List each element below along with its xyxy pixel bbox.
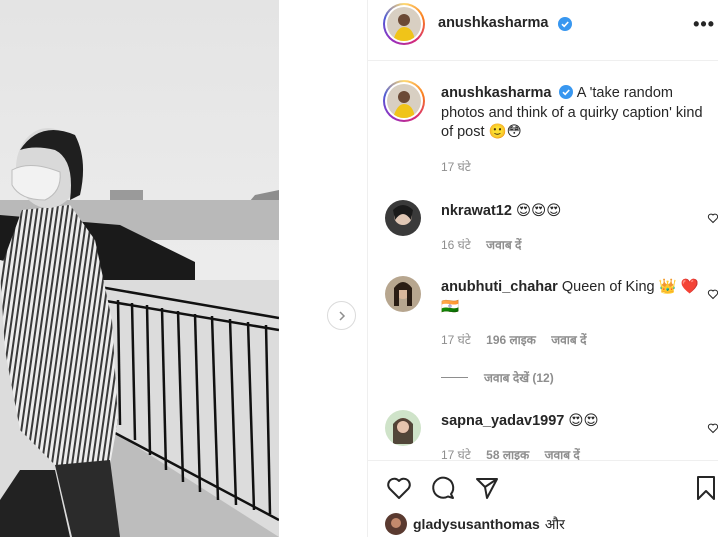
caption-time[interactable]: 17 घंटे (441, 160, 471, 174)
comment-meta: 16 घंटे जवाब दें (441, 236, 533, 253)
comment-text-block: anubhuti_chahar Queen of King 👑 ❤️🇮🇳 (441, 278, 709, 317)
comment-avatar[interactable] (385, 410, 421, 446)
bookmark-icon[interactable] (692, 474, 718, 502)
liked-by-username[interactable]: gladysusanthomas (413, 516, 540, 532)
comments-list[interactable]: anushkasharma A 'take random photos and … (368, 62, 718, 460)
chevron-right-icon (338, 310, 345, 321)
post-actions-bar: gladysusanthomas और (368, 460, 718, 537)
more-options-button[interactable]: ••• (693, 14, 715, 35)
verified-badge-icon (559, 85, 574, 99)
comment-likes[interactable]: 196 लाइक (486, 333, 536, 347)
heart-icon[interactable] (707, 212, 718, 224)
caption-author-avatar[interactable] (383, 80, 425, 122)
paper-plane-icon[interactable] (473, 474, 501, 502)
liked-by-avatar[interactable] (385, 513, 407, 535)
comment-text-block: sapna_yadav1997 😍😍 (441, 412, 709, 432)
caption-username[interactable]: anushkasharma (441, 85, 551, 101)
caption-meta: 17 घंटे (441, 158, 483, 175)
post-photo[interactable] (0, 0, 279, 537)
divider (441, 377, 468, 378)
post-header: anushkasharma ••• (368, 0, 718, 61)
comment-avatar[interactable] (385, 276, 421, 312)
liked-by-suffix: और (544, 515, 565, 532)
comment-likes[interactable]: 58 लाइक (486, 448, 529, 460)
next-photo-button[interactable] (327, 301, 356, 330)
author-avatar-image (387, 7, 421, 41)
caption-text-block: anushkasharma A 'take random photos and … (441, 84, 709, 143)
view-replies-label: जवाब देखें (12) (484, 371, 554, 385)
comment-time[interactable]: 17 घंटे (441, 448, 471, 460)
caption-avatar-image (387, 84, 421, 118)
reply-button[interactable]: जवाब दें (545, 448, 580, 460)
comment-text: 😍😍 (568, 413, 599, 429)
comment-time[interactable]: 16 घंटे (441, 238, 471, 252)
view-replies-button[interactable]: जवाब देखें (12) (441, 369, 554, 386)
liked-by-row: gladysusanthomas और (385, 513, 565, 535)
comment-username[interactable]: anubhuti_chahar (441, 279, 558, 295)
heart-icon[interactable] (385, 474, 413, 502)
comment-username[interactable]: sapna_yadav1997 (441, 413, 564, 429)
comment-avatar[interactable] (385, 200, 421, 236)
comment-bubble-icon[interactable] (429, 474, 457, 502)
author-avatar[interactable] (383, 3, 425, 45)
post-side-panel: anushkasharma ••• anushkasharma A 'take … (367, 0, 718, 537)
verified-badge-icon (558, 17, 572, 31)
reply-button[interactable]: जवाब दें (551, 333, 586, 347)
heart-icon[interactable] (707, 422, 718, 434)
reply-button[interactable]: जवाब दें (486, 238, 521, 252)
comment-time[interactable]: 17 घंटे (441, 333, 471, 347)
comment-meta: 17 घंटे 196 लाइक जवाब दें (441, 331, 598, 348)
heart-icon[interactable] (707, 288, 718, 300)
comment-meta: 17 घंटे 58 लाइक जवाब दें (441, 446, 592, 460)
header-username[interactable]: anushkasharma (438, 15, 548, 31)
comment-text-block: nkrawat12 😍😍😍 (441, 202, 709, 222)
comment-username[interactable]: nkrawat12 (441, 203, 512, 219)
comment-text: 😍😍😍 (515, 203, 562, 219)
